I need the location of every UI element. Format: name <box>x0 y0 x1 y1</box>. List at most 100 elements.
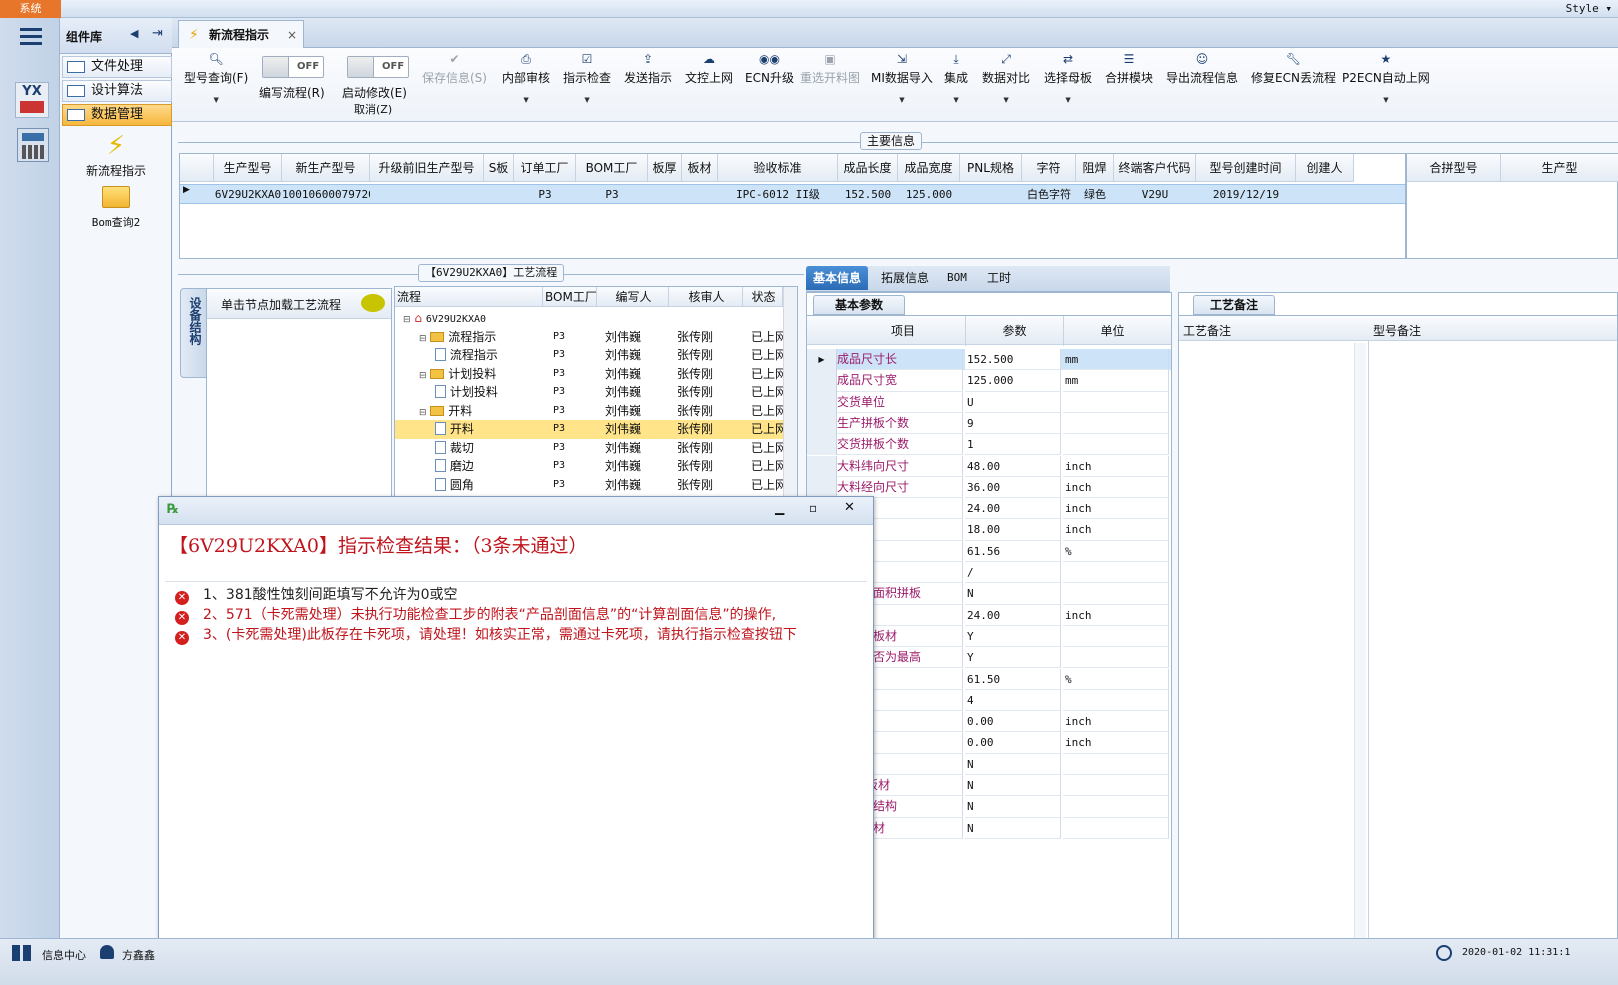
error-item[interactable]: ✕ 1、381酸性蚀刻间距填写不允许为0或空 <box>175 584 458 605</box>
pin-panel-icon[interactable]: ⇥ <box>152 26 163 41</box>
param-row[interactable]: 大料纬向尺寸 48.00 inch <box>807 455 1171 477</box>
export-process-info-button[interactable]: ☺ 导出流程信息 <box>1166 52 1238 86</box>
main-info-col-header[interactable]: 终端客户代码 <box>1114 154 1196 182</box>
tab-work-hours[interactable]: 工时 <box>980 266 1018 290</box>
nav-item-data-management[interactable]: 数据管理 <box>62 104 172 126</box>
data-compare-button[interactable]: ⤢ 数据对比 ▼ <box>982 52 1030 104</box>
start-edit-toggle[interactable]: OFF <box>347 56 409 78</box>
main-info-col-header[interactable]: 板厚 <box>648 154 682 182</box>
param-row[interactable]: 交货拼板个数 1 <box>807 434 1171 456</box>
main-info-col-header[interactable]: BOM工厂 <box>576 154 648 182</box>
select-mother-board-button[interactable]: ⇄ 选择母板 ▼ <box>1044 52 1092 104</box>
tab-bom[interactable]: BOM <box>940 266 974 290</box>
param-value[interactable]: Y <box>965 647 1061 669</box>
expand-icon[interactable]: ⊟ <box>419 408 427 418</box>
process-tree-row[interactable]: 计划投料P3刘伟巍张传刚已上网 <box>395 383 783 402</box>
internal-review-button[interactable]: ⎙ 内部审核 ▼ <box>502 52 550 104</box>
model-query-button[interactable]: 🔍︎ 型号查询(F) ▼ <box>184 52 248 104</box>
param-row[interactable]: 成品尺寸宽 125.000 mm <box>807 370 1171 392</box>
device-structure-side-tab[interactable]: 设备结构 <box>180 288 208 378</box>
merge-model-header[interactable]: 合拼型号 <box>1407 154 1501 182</box>
doc-control-online-button[interactable]: ☁ 文控上网 <box>685 52 733 86</box>
collapse-left-icon[interactable]: ◀ <box>130 27 138 40</box>
dropdown-arrow-icon[interactable]: ▼ <box>563 96 611 104</box>
production-model-header[interactable]: 生产型 <box>1501 154 1618 182</box>
main-info-col-header[interactable]: S板 <box>484 154 514 182</box>
param-value[interactable]: 1 <box>965 434 1061 456</box>
param-value[interactable]: 9 <box>965 412 1061 435</box>
cancel-edit-label[interactable]: 取消(Z) <box>354 101 392 117</box>
process-col-header[interactable]: 流程 <box>395 287 543 307</box>
dropdown-arrow-icon[interactable]: ▼ <box>502 96 550 104</box>
remarks-scrollbar[interactable] <box>1354 343 1366 951</box>
nav-item-design-algorithm[interactable]: 设计算法 <box>62 80 172 102</box>
calculator-icon[interactable] <box>17 128 49 162</box>
info-center-label[interactable]: 信息中心 <box>42 947 86 963</box>
integration-button[interactable]: ⤓ 集成 ▼ <box>944 52 968 104</box>
param-value-header[interactable]: 参数 <box>965 316 1063 346</box>
process-tree-row[interactable]: ⊟ ⌂ 6V29U2KXA0 <box>395 309 783 328</box>
process-tree-row[interactable]: 裁切P3刘伟巍张传刚已上网 <box>395 439 783 458</box>
style-menu[interactable]: Style ▾ <box>1566 2 1612 15</box>
write-process-toggle[interactable]: OFF <box>262 56 324 78</box>
process-remarks-textarea[interactable] <box>1179 341 1369 955</box>
param-value[interactable]: N <box>965 775 1061 797</box>
process-tree-row[interactable]: 磨边P3刘伟巍张传刚已上网 <box>395 457 783 476</box>
param-value[interactable]: 0.00 <box>965 732 1061 754</box>
param-value[interactable]: N <box>965 753 1061 775</box>
minimize-icon[interactable]: ▁ <box>775 501 784 515</box>
main-info-col-header[interactable]: 型号创建时间 <box>1196 154 1296 182</box>
main-info-col-header[interactable]: 创建人 <box>1296 154 1354 182</box>
main-info-col-header[interactable]: PNL规格 <box>960 154 1022 182</box>
param-value[interactable]: N <box>965 817 1061 839</box>
main-info-col-header[interactable]: 阻焊 <box>1076 154 1114 182</box>
nav-item-file-processing[interactable]: 文件处理 <box>62 56 172 78</box>
param-value[interactable]: 125.000 <box>965 370 1061 392</box>
main-info-col-header[interactable]: 订单工厂 <box>514 154 576 182</box>
param-value[interactable]: / <box>965 562 1061 584</box>
param-item-header[interactable]: 项目 <box>841 316 965 346</box>
param-value[interactable]: 24.00 <box>965 604 1061 626</box>
dropdown-arrow-icon[interactable]: ▼ <box>184 96 248 104</box>
reselect-cut-map-button[interactable]: ▣ 重选开料图 <box>800 52 860 86</box>
main-info-col-header[interactable]: 板材 <box>682 154 718 182</box>
param-value[interactable]: 48.00 <box>965 455 1061 477</box>
error-item[interactable]: ✕ 2、571（卡死需处理）未执行功能检查工步的附表“产品剖面信息”的“计算剖面信… <box>175 604 776 625</box>
dropdown-arrow-icon[interactable]: ▼ <box>871 96 933 104</box>
system-menu-button[interactable]: 系统 <box>0 0 61 18</box>
process-tree-row[interactable]: 开料P3刘伟巍张传刚已上网 <box>395 420 783 439</box>
process-tree-row[interactable]: 流程指示P3刘伟巍张传刚已上网 <box>395 346 783 365</box>
hamburger-icon[interactable] <box>20 28 42 31</box>
param-row[interactable]: 交货单位 U <box>807 391 1171 413</box>
send-instruction-button[interactable]: ⇪ 发送指示 <box>624 52 672 86</box>
param-row[interactable]: 大料经向尺寸 36.00 inch <box>807 476 1171 499</box>
tab-basic-info[interactable]: 基本信息 <box>806 266 869 290</box>
param-value[interactable]: 61.56 <box>965 540 1061 562</box>
main-info-col-header[interactable]: 生产型号 <box>214 154 282 182</box>
dropdown-arrow-icon[interactable]: ▼ <box>1342 96 1430 104</box>
main-info-col-header[interactable]: 升级前旧生产型号 <box>370 154 484 182</box>
process-tree-row[interactable]: ⊟ 开料P3刘伟巍张传刚已上网 <box>395 402 783 421</box>
tab-close-icon[interactable]: × <box>287 21 297 49</box>
process-tree-row[interactable]: ⊟ 计划投料P3刘伟巍张传刚已上网 <box>395 365 783 384</box>
param-row[interactable]: ▶ 成品尺寸长 152.500 mm <box>807 349 1171 371</box>
error-item[interactable]: ✕ 3、(卡死需处理)此板存在卡死项，请处理！如核实正常，需通过卡死项，请执行指示… <box>175 624 797 645</box>
param-value[interactable]: Y <box>965 625 1061 648</box>
save-info-button[interactable]: ✔ 保存信息(S) <box>422 52 487 86</box>
yx-app-logo-icon[interactable]: YX <box>15 82 49 118</box>
process-tree-row[interactable]: 圆角P3刘伟巍张传刚已上网 <box>395 476 783 495</box>
dropdown-arrow-icon[interactable]: ▼ <box>944 96 968 104</box>
dropdown-arrow-icon[interactable]: ▼ <box>1044 96 1092 104</box>
maximize-icon[interactable]: ▫ <box>809 501 817 515</box>
param-value[interactable]: U <box>965 391 1061 413</box>
mi-data-import-button[interactable]: ⇲ MI数据导入 ▼ <box>871 52 933 104</box>
shortcut-new-process[interactable]: ⚡ 新流程指示 <box>74 130 158 179</box>
process-col-header[interactable]: BOM工厂 <box>543 287 597 307</box>
close-icon[interactable]: ✕ <box>844 500 855 515</box>
expand-icon[interactable]: ⊟ <box>419 334 427 344</box>
instruction-check-button[interactable]: ☑ 指示检查 ▼ <box>563 52 611 104</box>
shortcut-bom-query[interactable]: Bom查询2 <box>74 186 158 230</box>
main-info-col-header[interactable]: 字符 <box>1022 154 1076 182</box>
dropdown-arrow-icon[interactable]: ▼ <box>982 96 1030 104</box>
tab-new-process[interactable]: ⚡ 新流程指示 × <box>178 20 304 49</box>
